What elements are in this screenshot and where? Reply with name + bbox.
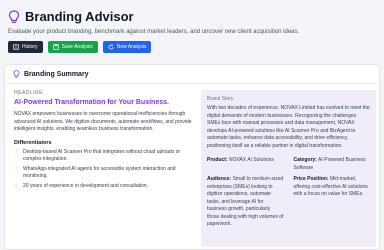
differentiators-title: Differentiators [14, 139, 52, 146]
page-header: Branding Advisor Evaluate your product b… [8, 9, 376, 53]
category-attribute: Category: AI-Powered Business Software [294, 157, 371, 172]
product-value: NOVAX AI Solutions [228, 157, 274, 163]
history-button[interactable]: History [8, 41, 43, 53]
differentiator-text: 20 years of experience in development an… [23, 182, 149, 189]
save-analysis-button[interactable]: Save Analysis [47, 41, 98, 53]
product-label: Product: [207, 157, 228, 163]
toolbar: History Save Analysis New Analysis [8, 41, 376, 53]
new-analysis-button-label: New Analysis [116, 44, 147, 50]
headline-section: HEADLINE AI-Powered Transformation for Y… [14, 90, 194, 192]
price-position-attribute: Price Position: Mid-market, offering cos… [294, 176, 371, 229]
page-title: Branding Advisor [25, 9, 134, 24]
lightbulb-icon [8, 9, 20, 23]
differentiator-text: WhatsApp-integrated AI agents for access… [23, 165, 176, 180]
audience-label: Audience: [207, 176, 232, 182]
headline-eyebrow: HEADLINE [14, 90, 44, 96]
price-position-label: Price Position: [293, 176, 329, 182]
differentiator-text: Desktop-based AI Scanner Pro that integr… [23, 148, 181, 163]
headline-text: AI-Powered Transformation for Your Busin… [14, 99, 169, 106]
differentiators-list: ☆ Desktop-based AI Scanner Pro that inte… [14, 149, 194, 191]
category-label: Category: [293, 157, 317, 163]
list-item: ☆ Desktop-based AI Scanner Pro that inte… [14, 149, 194, 164]
book-icon [13, 44, 19, 50]
list-item: ☆ WhatsApp-integrated AI agents for acce… [14, 166, 194, 181]
star-icon: ☆ [14, 182, 19, 189]
history-button-label: History [22, 44, 38, 50]
card-header: Branding Summary [5, 65, 379, 84]
brand-story-panel: Brand Story With two decades of experien… [201, 90, 376, 247]
save-analysis-button-label: Save Analysis [61, 44, 93, 50]
card-title: Branding Summary [24, 70, 89, 78]
brand-attributes: Product: NOVAX AI Solutions Category: AI… [207, 157, 370, 229]
refresh-icon [108, 44, 114, 50]
star-icon: ☆ [14, 165, 19, 172]
page-subtitle: Evaluate your product branding, benchmar… [8, 29, 300, 35]
brand-story-title: Brand Story [207, 96, 234, 102]
list-item: ☆ 20 years of experience in development … [14, 183, 194, 191]
star-icon: ☆ [14, 148, 19, 155]
title-row: Branding Advisor [8, 9, 376, 24]
new-analysis-button[interactable]: New Analysis [102, 41, 152, 53]
product-attribute: Product: NOVAX AI Solutions [207, 157, 284, 172]
audience-attribute: Audience: Small to medium-sized enterpri… [207, 176, 284, 229]
lightbulb-icon [13, 70, 20, 78]
headline-description: NOVAX empowers businesses to overcome op… [14, 111, 192, 132]
branding-summary-card: Branding Summary HEADLINE AI-Powered Tra… [4, 64, 380, 250]
audience-value: Small to medium-sized enterprises (SMEs)… [207, 176, 284, 227]
brand-story-text: With two decades of experience, NOVAX Li… [207, 105, 370, 149]
save-icon [52, 44, 59, 50]
